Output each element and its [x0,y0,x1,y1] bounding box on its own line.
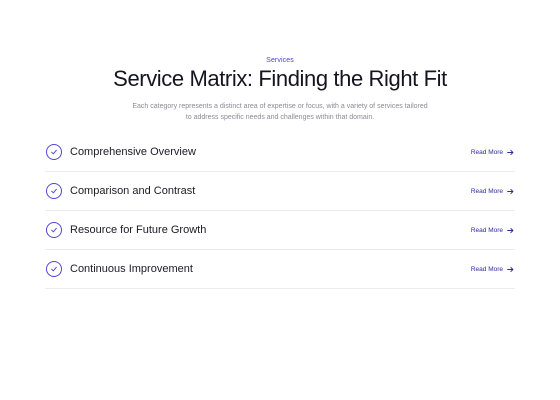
service-label: Resource for Future Growth [70,224,207,236]
service-label: Continuous Improvement [70,263,193,275]
check-circle-icon [46,261,62,277]
service-label: Comprehensive Overview [70,146,196,158]
read-more-link[interactable]: Read More [471,188,514,195]
arrow-right-icon [507,227,514,233]
arrow-right-icon [507,149,514,155]
arrow-right-icon [507,188,514,194]
read-more-label: Read More [470,187,503,195]
service-row-comparison-and-contrast[interactable]: Comparison and Contrast Read More [45,172,515,211]
read-more-link[interactable]: Read More [471,227,514,234]
service-row-comprehensive-overview[interactable]: Comprehensive Overview Read More [45,133,515,172]
read-more-link[interactable]: Read More [471,149,514,156]
service-row-continuous-improvement[interactable]: Continuous Improvement Read More [45,250,515,289]
arrow-right-icon [507,266,514,272]
read-more-link[interactable]: Read More [471,266,514,273]
service-label: Comparison and Contrast [70,185,196,197]
service-list: Comprehensive Overview Read More Compari… [45,133,515,289]
check-circle-icon [46,144,62,160]
read-more-label: Read More [470,226,503,234]
service-row-resource-for-future-growth[interactable]: Resource for Future Growth Read More [45,211,515,250]
page-title: Service Matrix: Finding the Right Fit [113,66,447,91]
read-more-label: Read More [470,148,503,156]
read-more-label: Read More [470,265,503,273]
check-circle-icon [46,183,62,199]
section-eyebrow: Services [266,57,294,64]
section-description: Each category represents a distinct area… [132,103,428,121]
check-circle-icon [46,222,62,238]
services-section: Services Service Matrix: Finding the Rig… [0,0,560,400]
